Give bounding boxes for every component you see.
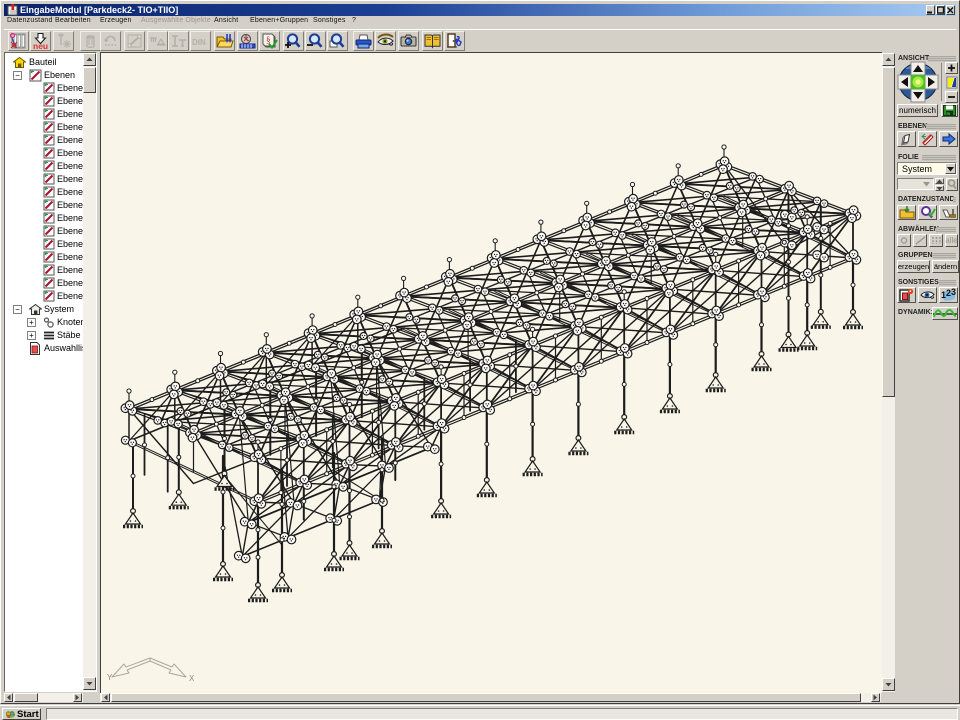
- svg-text:X: X: [189, 674, 195, 683]
- svg-text:neu: neu: [33, 41, 48, 50]
- svg-text:Y: Y: [107, 673, 113, 682]
- svg-text:DIN: DIN: [192, 38, 206, 47]
- svg-text:3: 3: [951, 288, 956, 297]
